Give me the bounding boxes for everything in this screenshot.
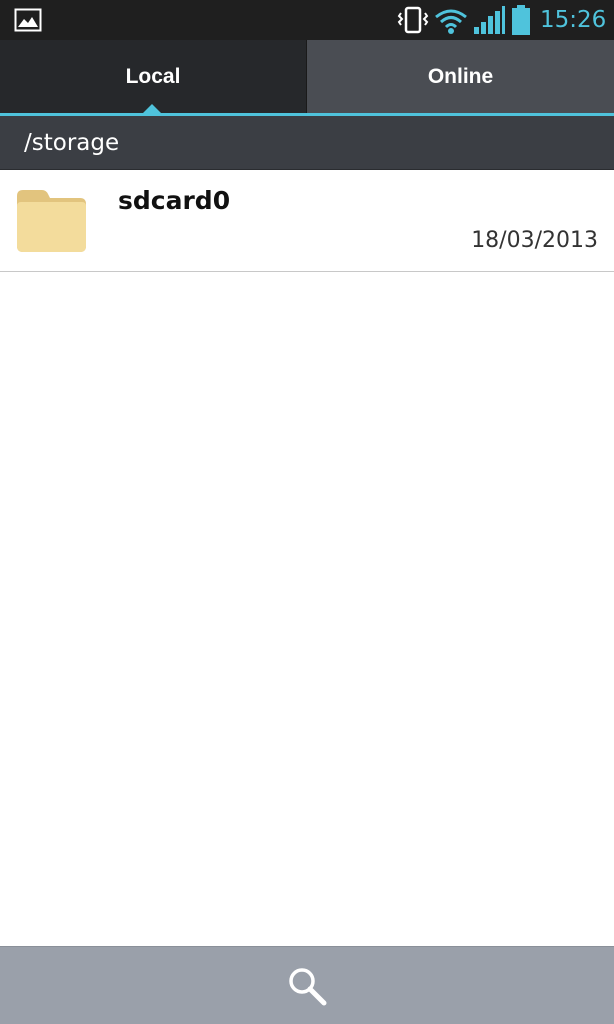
- bottom-bar: [0, 946, 614, 1024]
- tab-bar: Local Online: [0, 40, 614, 116]
- wifi-icon: [435, 9, 467, 34]
- battery-icon: [512, 5, 530, 35]
- folder-icon: [17, 190, 86, 252]
- current-path: /storage: [24, 130, 120, 156]
- gallery-icon: [14, 8, 42, 32]
- search-button[interactable]: [277, 961, 337, 1011]
- selected-tab-pointer: [143, 104, 161, 113]
- tab-local[interactable]: Local: [0, 40, 306, 113]
- vibrate-icon: [397, 6, 429, 34]
- status-clock: 15:26: [540, 7, 607, 33]
- path-bar: /storage: [0, 116, 614, 170]
- tab-online[interactable]: Online: [307, 40, 614, 113]
- status-bar: 15:26: [0, 0, 614, 40]
- file-list: sdcard0 18/03/2013: [0, 170, 614, 946]
- list-item[interactable]: sdcard0 18/03/2013: [0, 170, 614, 272]
- file-name: sdcard0: [118, 186, 231, 215]
- file-date: 18/03/2013: [471, 228, 598, 253]
- search-icon: [289, 968, 327, 1006]
- signal-icon: [474, 6, 505, 34]
